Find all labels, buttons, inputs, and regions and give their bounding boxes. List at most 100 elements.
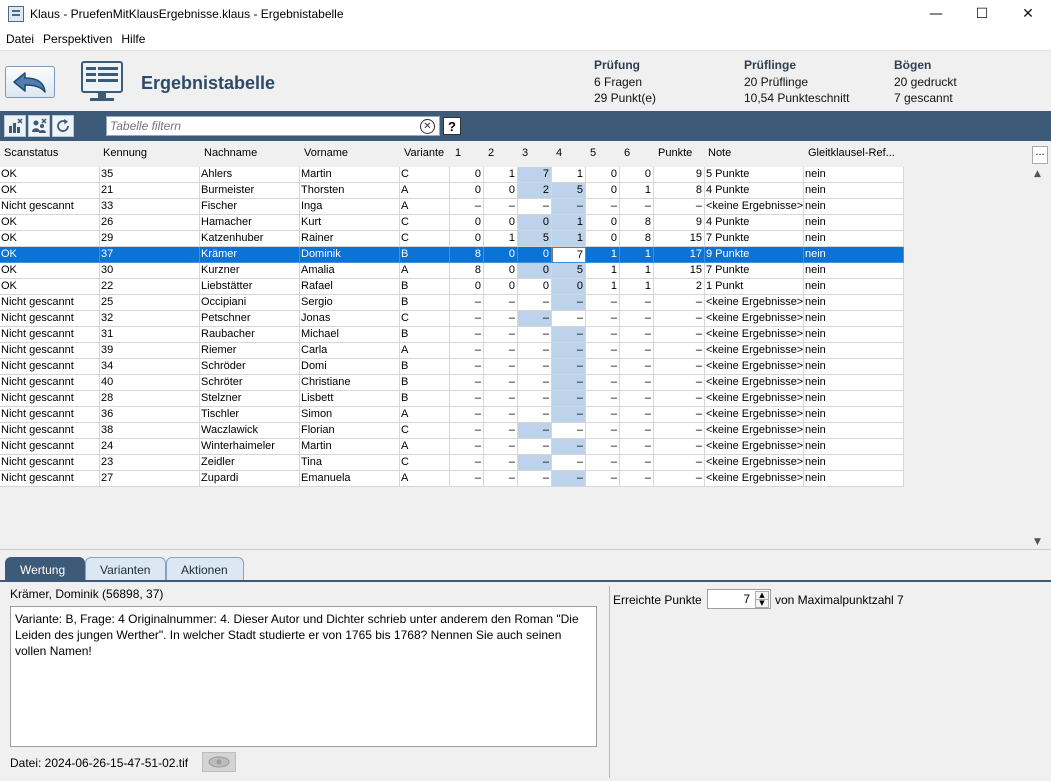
table-cell-9[interactable]: – bbox=[552, 295, 586, 311]
show-scan-button[interactable] bbox=[202, 752, 236, 772]
table-cell-10[interactable]: 0 bbox=[586, 183, 620, 199]
table-row[interactable]: OK 22 Liebstätter Rafael B 0 0 0 0 1 1 2 1 Punkt nein bbox=[0, 279, 904, 295]
table-cell-13[interactable]: 4 Punkte bbox=[705, 183, 804, 199]
table-cell-8[interactable]: 0 bbox=[518, 247, 552, 263]
table-cell-14[interactable]: nein bbox=[804, 183, 904, 199]
table-cell-6[interactable]: – bbox=[450, 391, 484, 407]
table-cell-12[interactable]: – bbox=[654, 423, 705, 439]
table-cell-9[interactable]: – bbox=[552, 391, 586, 407]
table-cell-13[interactable]: <keine Ergebnisse> bbox=[705, 471, 804, 487]
table-cell-5[interactable]: B bbox=[400, 359, 450, 375]
table-cell-2[interactable]: 39 bbox=[100, 343, 200, 359]
table-row[interactable]: OK 29 Katzenhuber Rainer C 0 1 5 1 0 8 15 7 Punkte ne… bbox=[0, 231, 904, 247]
table-cell-5[interactable]: A bbox=[400, 183, 450, 199]
table-cell-4[interactable]: Jonas bbox=[300, 311, 400, 327]
table-cell-14[interactable]: nein bbox=[804, 295, 904, 311]
table-row[interactable]: Nicht gescannt 34 Schröder Domi B – – – – – – – <kei… bbox=[0, 359, 904, 375]
table-cell-4[interactable]: Michael bbox=[300, 327, 400, 343]
table-row[interactable]: Nicht gescannt 33 Fischer Inga A – – – – – – – <kein… bbox=[0, 199, 904, 215]
table-cell-4[interactable]: Lisbett bbox=[300, 391, 400, 407]
table-cell-1[interactable]: OK bbox=[0, 263, 100, 279]
table-cell-2[interactable]: 40 bbox=[100, 375, 200, 391]
table-cell-2[interactable]: 23 bbox=[100, 455, 200, 471]
table-cell-1[interactable]: Nicht gescannt bbox=[0, 423, 100, 439]
clear-filter-icon[interactable]: ✕ bbox=[420, 119, 435, 134]
column-header-1[interactable]: Scanstatus bbox=[4, 147, 58, 159]
table-cell-9[interactable]: 5 bbox=[552, 183, 586, 199]
table-cell-10[interactable]: 1 bbox=[586, 263, 620, 279]
scroll-down-icon[interactable]: ▼ bbox=[1034, 537, 1041, 547]
table-cell-4[interactable]: Florian bbox=[300, 423, 400, 439]
table-cell-7[interactable]: 0 bbox=[484, 279, 518, 295]
column-menu-button[interactable]: ... bbox=[1032, 146, 1048, 164]
table-cell-1[interactable]: Nicht gescannt bbox=[0, 375, 100, 391]
table-cell-12[interactable]: – bbox=[654, 343, 705, 359]
table-cell-8[interactable]: – bbox=[518, 375, 552, 391]
table-cell-5[interactable]: C bbox=[400, 231, 450, 247]
table-cell-2[interactable]: 22 bbox=[100, 279, 200, 295]
table-cell-7[interactable]: – bbox=[484, 327, 518, 343]
table-row[interactable]: OK 26 Hamacher Kurt C 0 0 0 1 0 8 9 4 Punkte nein bbox=[0, 215, 904, 231]
table-row[interactable]: Nicht gescannt 24 Winterhaimeler Martin A – – –… bbox=[0, 439, 904, 455]
table-cell-4[interactable]: Martin bbox=[300, 439, 400, 455]
table-cell-10[interactable]: – bbox=[586, 375, 620, 391]
column-header-3[interactable]: Nachname bbox=[204, 147, 257, 159]
table-cell-10[interactable]: – bbox=[586, 327, 620, 343]
table-cell-4[interactable]: Carla bbox=[300, 343, 400, 359]
table-cell-6[interactable]: 8 bbox=[450, 247, 484, 263]
column-header-9[interactable]: 4 bbox=[556, 147, 562, 159]
table-cell-13[interactable]: <keine Ergebnisse> bbox=[705, 423, 804, 439]
table-cell-6[interactable]: – bbox=[450, 327, 484, 343]
table-cell-4[interactable]: Dominik bbox=[300, 247, 400, 263]
table-cell-14[interactable]: nein bbox=[804, 199, 904, 215]
tab-aktionen[interactable]: Aktionen bbox=[166, 557, 244, 582]
table-cell-13[interactable]: <keine Ergebnisse> bbox=[705, 455, 804, 471]
table-cell-8[interactable]: – bbox=[518, 439, 552, 455]
table-cell-9[interactable]: – bbox=[552, 407, 586, 423]
table-cell-2[interactable]: 34 bbox=[100, 359, 200, 375]
table-cell-7[interactable]: 1 bbox=[484, 231, 518, 247]
table-cell-7[interactable]: 0 bbox=[484, 183, 518, 199]
table-cell-4[interactable]: Domi bbox=[300, 359, 400, 375]
table-cell-1[interactable]: Nicht gescannt bbox=[0, 327, 100, 343]
table-cell-4[interactable]: Sergio bbox=[300, 295, 400, 311]
table-cell-3[interactable]: Zupardi bbox=[200, 471, 300, 487]
table-cell-6[interactable]: – bbox=[450, 423, 484, 439]
table-cell-1[interactable]: Nicht gescannt bbox=[0, 471, 100, 487]
tab-wertung[interactable]: Wertung bbox=[5, 557, 85, 582]
table-cell-14[interactable]: nein bbox=[804, 167, 904, 183]
column-header-8[interactable]: 3 bbox=[522, 147, 528, 159]
menu-datei[interactable]: Datei bbox=[6, 32, 34, 46]
table-cell-8[interactable]: – bbox=[518, 391, 552, 407]
table-cell-5[interactable]: B bbox=[400, 391, 450, 407]
table-cell-9[interactable]: 1 bbox=[552, 215, 586, 231]
table-cell-9[interactable]: 7 bbox=[552, 247, 586, 263]
table-cell-1[interactable]: Nicht gescannt bbox=[0, 359, 100, 375]
vertical-scrollbar[interactable]: ▲ ▼ bbox=[1032, 169, 1048, 549]
table-cell-3[interactable]: Kurzner bbox=[200, 263, 300, 279]
table-cell-7[interactable]: 0 bbox=[484, 215, 518, 231]
table-cell-9[interactable]: – bbox=[552, 455, 586, 471]
table-cell-10[interactable]: 0 bbox=[586, 231, 620, 247]
table-cell-6[interactable]: – bbox=[450, 407, 484, 423]
table-cell-1[interactable]: Nicht gescannt bbox=[0, 343, 100, 359]
table-cell-6[interactable]: 0 bbox=[450, 167, 484, 183]
table-cell-4[interactable]: Amalia bbox=[300, 263, 400, 279]
table-cell-13[interactable]: <keine Ergebnisse> bbox=[705, 199, 804, 215]
table-cell-5[interactable]: A bbox=[400, 471, 450, 487]
table-cell-10[interactable]: – bbox=[586, 311, 620, 327]
table-cell-13[interactable]: <keine Ergebnisse> bbox=[705, 439, 804, 455]
table-cell-13[interactable]: <keine Ergebnisse> bbox=[705, 359, 804, 375]
table-cell-11[interactable]: – bbox=[620, 391, 654, 407]
table-cell-13[interactable]: <keine Ergebnisse> bbox=[705, 295, 804, 311]
table-cell-8[interactable]: – bbox=[518, 295, 552, 311]
table-cell-3[interactable]: Riemer bbox=[200, 343, 300, 359]
column-header-6[interactable]: 1 bbox=[455, 147, 461, 159]
table-row[interactable]: OK 21 Burmeister Thorsten A 0 0 2 5 0 1 8 4 Punkte ne… bbox=[0, 183, 904, 199]
table-cell-4[interactable]: Inga bbox=[300, 199, 400, 215]
table-cell-1[interactable]: Nicht gescannt bbox=[0, 391, 100, 407]
table-cell-2[interactable]: 24 bbox=[100, 439, 200, 455]
table-cell-12[interactable]: – bbox=[654, 439, 705, 455]
table-cell-13[interactable]: <keine Ergebnisse> bbox=[705, 375, 804, 391]
table-row[interactable]: OK 35 Ahlers Martin C 0 1 7 1 0 0 9 5 Punkte nein bbox=[0, 167, 904, 183]
